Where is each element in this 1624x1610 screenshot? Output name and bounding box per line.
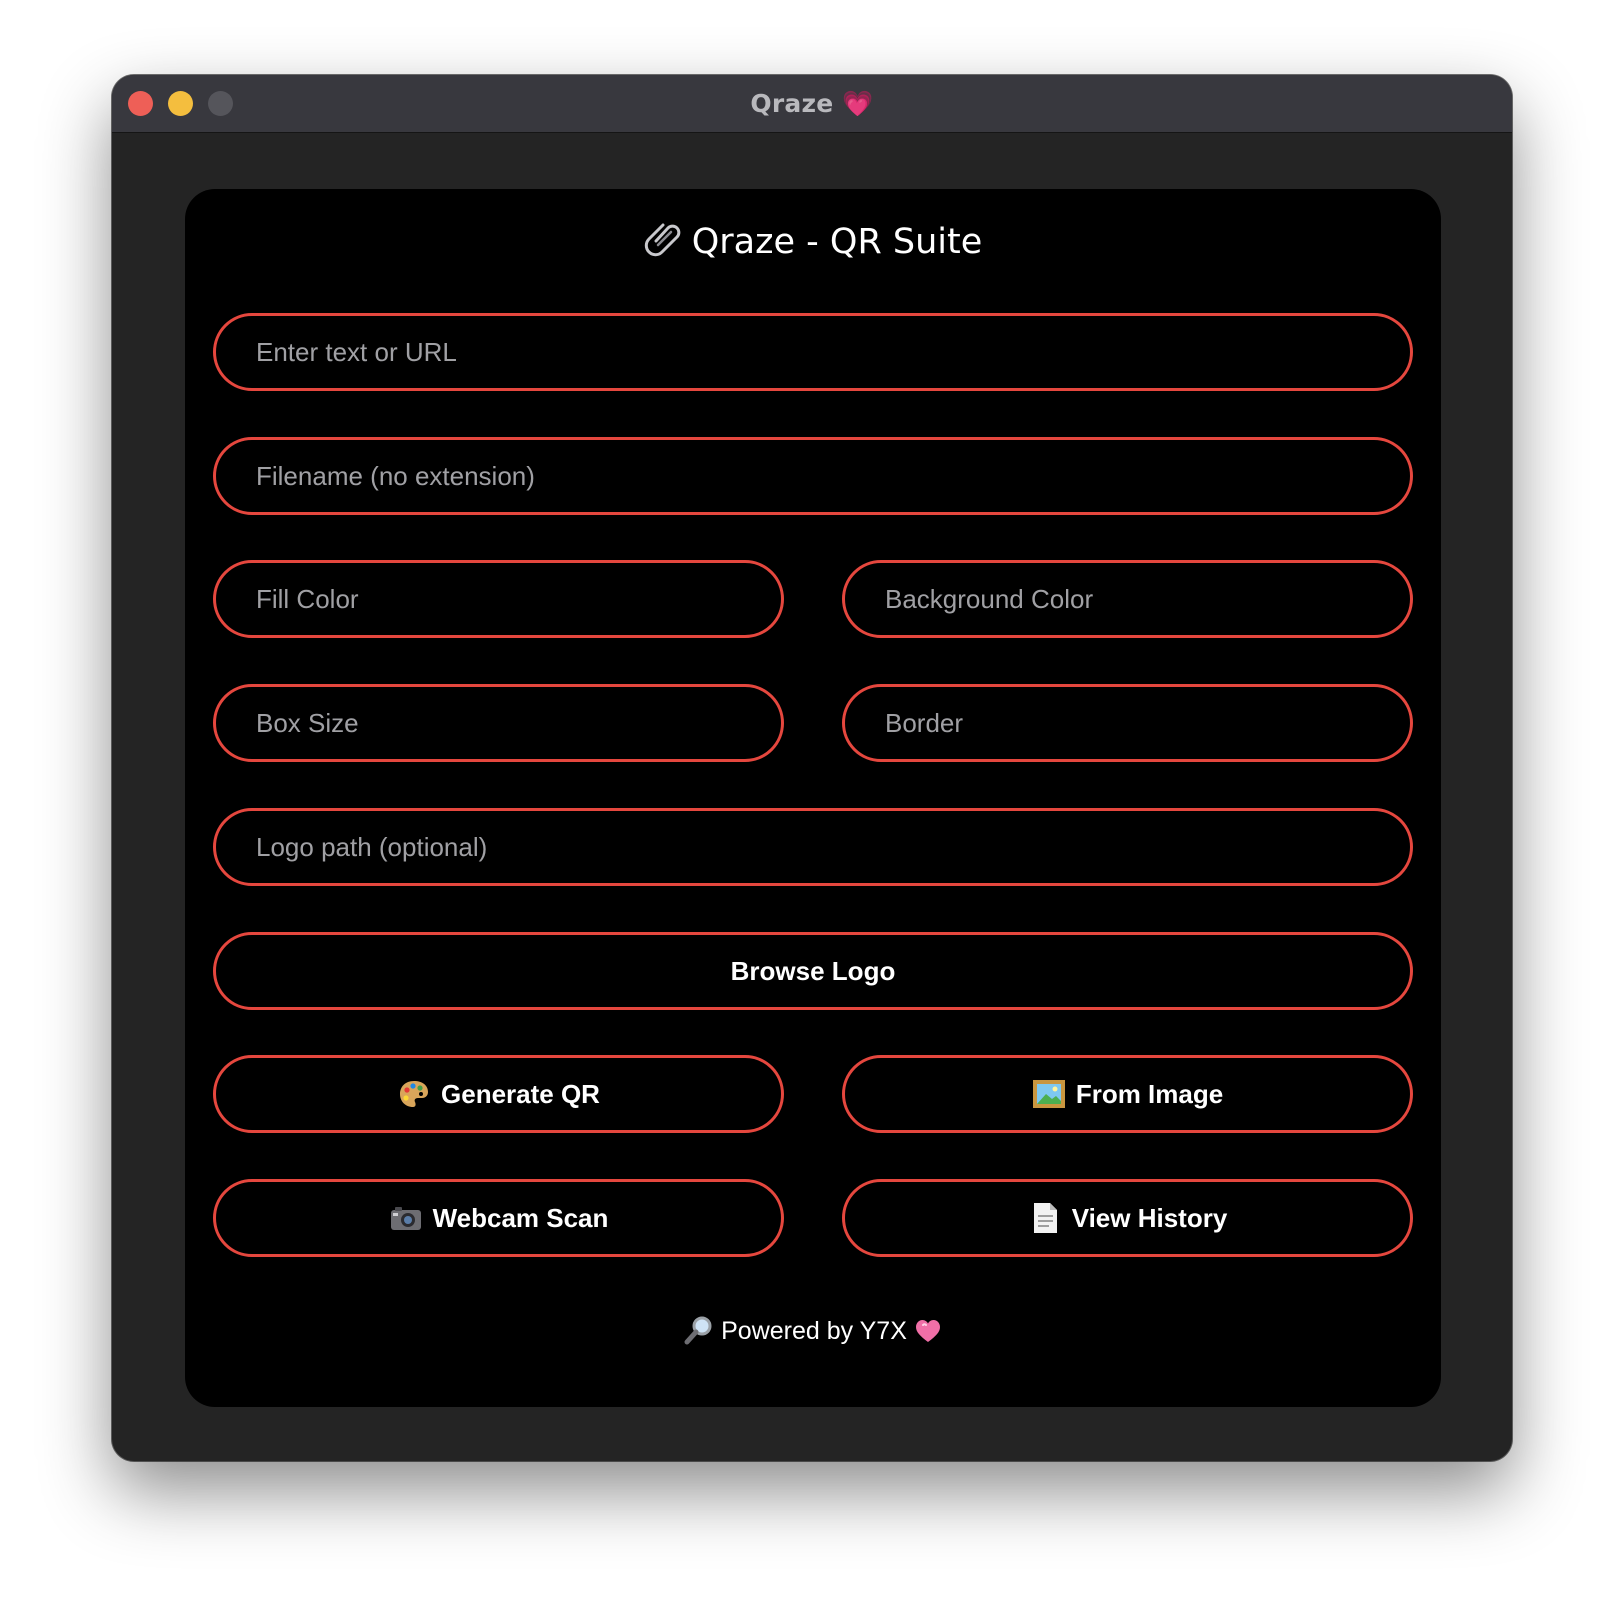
footer: Powered by Y7X [185,1313,1441,1349]
browse-logo-label: Browse Logo [730,955,896,986]
generate-qr-label: Generate QR [441,1078,600,1109]
minimize-window-button[interactable] [168,91,193,116]
heart-icon [915,1320,940,1342]
magnifier-icon [684,1316,712,1345]
webcam-scan-button[interactable]: Webcam Scan [213,1179,784,1257]
text-url-input[interactable]: Enter text or URL [213,313,1413,391]
main-panel: Qraze - QR Suite Enter text or URL Filen… [185,189,1441,1407]
border-input[interactable]: Border [842,684,1413,762]
close-window-button[interactable] [128,91,153,116]
background-color-input[interactable]: Background Color [842,560,1413,638]
box-size-input[interactable]: Box Size [213,684,784,762]
framed-picture-icon [1032,1080,1065,1108]
palette-icon [400,1081,429,1107]
zoom-window-button[interactable] [208,91,233,116]
page-title: Qraze - QR Suite [185,217,1441,267]
fill-color-input[interactable]: Fill Color [213,560,784,638]
view-history-label: View History [1071,1202,1228,1233]
from-image-button[interactable]: From Image [842,1055,1413,1133]
camera-icon [390,1207,421,1230]
window-title: Qraze 💗 [750,88,874,118]
generate-qr-button[interactable]: Generate QR [213,1055,784,1133]
title-bar[interactable]: Qraze 💗 [112,75,1512,133]
logo-path-input[interactable]: Logo path (optional) [213,808,1413,886]
from-image-label: From Image [1075,1078,1224,1109]
browse-logo-button[interactable]: Browse Logo [213,932,1413,1010]
app-window: Qraze 💗 Qraze - QR Suite Enter text or U… [112,75,1512,1461]
view-history-button[interactable]: View History [842,1179,1413,1257]
webcam-scan-label: Webcam Scan [432,1202,609,1233]
app-title-text: Qraze - QR Suite [691,222,983,262]
footer-text: Powered by Y7X [721,1317,907,1345]
filename-input[interactable]: Filename (no extension) [213,437,1413,515]
page-icon [1033,1203,1057,1233]
paperclip-icon [644,223,681,257]
